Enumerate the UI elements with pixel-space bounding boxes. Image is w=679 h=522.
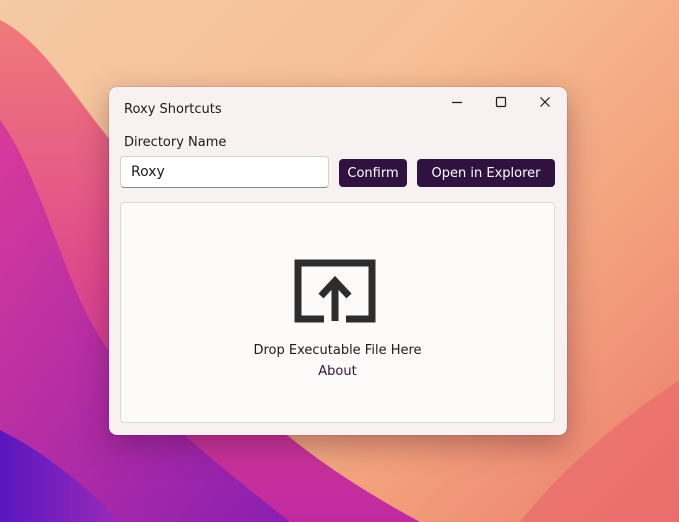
minimize-icon bbox=[452, 101, 462, 104]
about-link[interactable]: About bbox=[121, 364, 554, 379]
confirm-button[interactable]: Confirm bbox=[339, 159, 407, 187]
open-in-explorer-button[interactable]: Open in Explorer bbox=[417, 159, 555, 187]
close-button[interactable] bbox=[523, 87, 567, 117]
close-icon bbox=[540, 97, 550, 107]
maximize-button[interactable] bbox=[479, 87, 523, 117]
drop-instruction-text: Drop Executable File Here bbox=[253, 343, 422, 358]
window-title: Roxy Shortcuts bbox=[124, 102, 222, 117]
desktop-wallpaper: Roxy Shortcuts Directory Name Confirm Op… bbox=[0, 0, 679, 522]
app-window: Roxy Shortcuts Directory Name Confirm Op… bbox=[109, 87, 567, 435]
upload-icon bbox=[294, 259, 376, 323]
drop-zone[interactable]: Drop Executable File Here About bbox=[120, 202, 555, 423]
directory-name-label: Directory Name bbox=[124, 135, 227, 150]
minimize-button[interactable] bbox=[435, 87, 479, 117]
directory-name-input[interactable] bbox=[120, 156, 329, 188]
maximize-icon bbox=[495, 96, 507, 108]
